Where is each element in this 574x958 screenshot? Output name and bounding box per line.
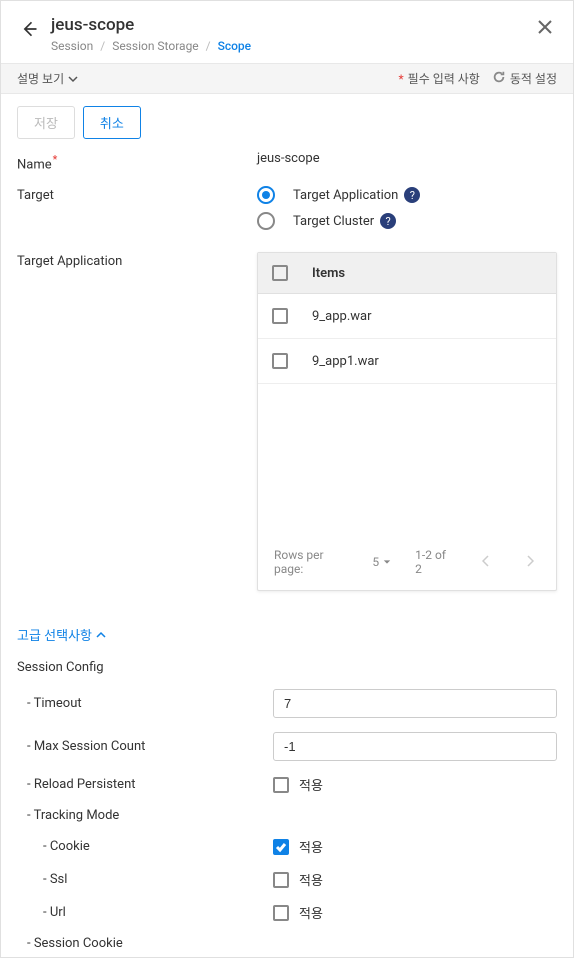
field-url: - Url 적용 [17,903,557,922]
table-row[interactable]: 9_app.war [258,294,556,339]
section-title: Session Config [17,660,557,675]
save-button: 저장 [17,106,75,139]
cancel-button[interactable]: 취소 [83,106,141,139]
apply-label: 적용 [299,903,323,922]
select-all-checkbox[interactable] [272,265,288,281]
panel: jeus-scope Session / Session Storage / S… [0,0,574,958]
url-checkbox[interactable] [273,905,289,921]
radio-label: Target Cluster ? [293,213,396,229]
radio-icon [257,212,275,230]
max-session-label: - Max Session Count [17,739,273,754]
reload-persistent-label: - Reload Persistent [17,777,273,792]
cookie-checkbox[interactable] [273,839,289,855]
advanced-toggle[interactable]: 고급 선택사항 [1,605,573,660]
row-checkbox[interactable] [272,308,288,324]
breadcrumb-item[interactable]: Session Storage [112,39,198,53]
url-label: - Url [17,905,273,920]
description-toggle-label: 설명 보기 [17,70,64,87]
apply-label: 적용 [299,837,323,856]
items-table: Items 9_app.war 9_app1.war Rows per page… [257,252,557,591]
field-max-session-count: - Max Session Count [17,732,557,761]
field-timeout: - Timeout [17,689,557,718]
back-button[interactable] [17,17,41,41]
field-tracking-mode: - Tracking Mode [17,808,557,823]
field-cookie: - Cookie 적용 [17,837,557,856]
header: jeus-scope Session / Session Storage / S… [1,1,573,63]
apply-label: 적용 [299,775,323,794]
toolbar-right: * 필수 입력 사항 동적 설정 [398,70,557,87]
reload-persistent-checkbox[interactable] [273,777,289,793]
cookie-label: - Cookie [17,839,273,854]
table-header: Items [258,253,556,294]
description-toggle[interactable]: 설명 보기 [17,70,78,87]
asterisk-icon: * [398,72,403,86]
pagination-range: 1-2 of 2 [415,548,452,576]
max-session-input[interactable] [273,732,557,761]
tracking-mode-label: - Tracking Mode [17,808,273,823]
radio-target-cluster[interactable]: Target Cluster ? [257,212,557,230]
ssl-checkbox[interactable] [273,872,289,888]
target-options: Target Application ? Target Cluster ? [257,186,557,238]
field-target-application: Target Application Items 9_app.war 9_app… [17,252,557,591]
name-value: jeus-scope [257,151,557,166]
advanced-toggle-label: 고급 선택사항 [17,625,92,644]
row-label: 9_app1.war [312,354,379,369]
timeout-label: - Timeout [17,696,273,711]
breadcrumb-item[interactable]: Session [51,39,93,53]
rows-per-page-label: Rows per page: [274,548,348,576]
required-indicator: * 필수 입력 사항 [398,70,479,87]
table-row[interactable]: 9_app1.war [258,339,556,384]
required-label: 필수 입력 사항 [408,72,480,86]
name-label: Name* [17,151,257,172]
target-label: Target [17,186,257,203]
timeout-input[interactable] [273,689,557,718]
rows-per-page-select[interactable]: 5 [372,555,391,569]
help-icon[interactable]: ? [380,213,396,229]
field-name: Name* jeus-scope [17,151,557,172]
session-config-section: Session Config - Timeout - Max Session C… [1,660,573,951]
table-empty [258,384,556,534]
target-app-label: Target Application [17,252,257,269]
refresh-icon [492,70,506,87]
apply-label: 적용 [299,870,323,889]
breadcrumb-current: Scope [218,39,252,53]
dynamic-setting: 동적 설정 [492,70,557,87]
row-label: 9_app.war [312,309,372,324]
help-icon[interactable]: ? [404,187,420,203]
field-session-cookie: - Session Cookie [17,936,557,951]
form: Name* jeus-scope Target Target Applicati… [1,151,573,591]
dynamic-label: 동적 설정 [510,70,557,87]
required-star-icon: * [53,153,58,166]
field-target: Target Target Application ? Target Clust… [17,186,557,238]
field-ssl: - Ssl 적용 [17,870,557,889]
chevron-down-icon [383,558,391,566]
breadcrumb: Session / Session Storage / Scope [51,39,533,53]
chevron-down-icon [68,74,78,84]
close-button[interactable] [533,15,557,39]
breadcrumb-sep: / [206,39,211,53]
toolbar: 설명 보기 * 필수 입력 사항 동적 설정 [1,63,573,94]
header-titles: jeus-scope Session / Session Storage / S… [51,15,533,53]
page-title: jeus-scope [51,15,533,35]
items-header-label: Items [312,266,345,281]
row-checkbox[interactable] [272,353,288,369]
chevron-up-icon [96,630,106,640]
radio-target-application[interactable]: Target Application ? [257,186,557,204]
action-buttons: 저장 취소 [1,94,573,151]
next-page-button [520,555,540,570]
target-app-table: Items 9_app.war 9_app1.war Rows per page… [257,252,557,591]
radio-icon [257,186,275,204]
session-cookie-label: - Session Cookie [17,936,273,951]
ssl-label: - Ssl [17,872,273,887]
field-reload-persistent: - Reload Persistent 적용 [17,775,557,794]
breadcrumb-sep: / [100,39,105,53]
radio-label: Target Application ? [293,187,420,203]
table-footer: Rows per page: 5 1-2 of 2 [258,534,556,590]
prev-page-button [476,555,496,570]
